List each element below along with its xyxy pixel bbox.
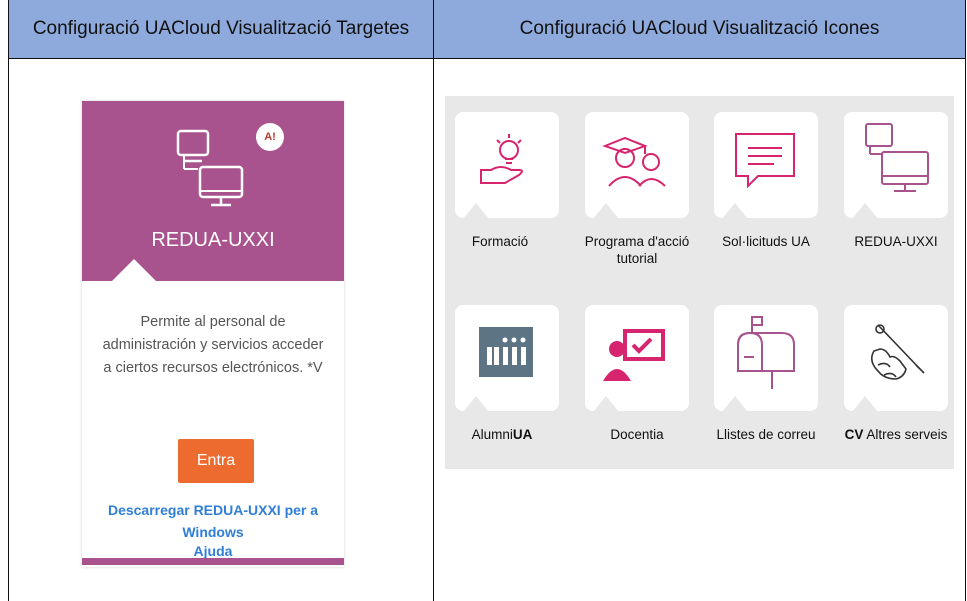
header-icones: Configuració UACloud Visualització Icone…	[434, 0, 965, 59]
altres-serveis-text: Altres serveis	[866, 427, 948, 442]
download-link[interactable]: Descarregar REDUA-UXXI per a Windows	[88, 499, 338, 543]
help-link[interactable]: Ajuda	[82, 543, 344, 559]
tile-formacio[interactable]	[455, 112, 559, 219]
alumni-ua-text: UA	[512, 427, 533, 442]
tile-label-llistes: Llistes de correu	[716, 427, 816, 442]
tile-label-redua: REDUA-UXXI	[854, 234, 938, 249]
header-targetes: Configuració UACloud Visualització Targe…	[9, 0, 434, 59]
card-footer-bar	[82, 558, 344, 565]
card-header: A! REDUA-UXXI	[82, 101, 344, 281]
tile-alumniua[interactable]	[455, 305, 559, 412]
tile-programa-accio-tutorial[interactable]	[585, 112, 689, 219]
entra-button[interactable]: Entra	[178, 439, 254, 483]
card-notch	[112, 259, 156, 281]
card-title: REDUA-UXXI	[151, 229, 275, 251]
icons-panel: Formació Programa d'acció tutorial Sol·l…	[445, 96, 954, 469]
alumni-text: Alumni	[471, 427, 513, 442]
tile-label-docentia: Docentia	[610, 427, 664, 442]
card-description: Permite al personal de administración y …	[102, 314, 324, 376]
tile-label-formacio: Formació	[471, 234, 529, 249]
tile-redua-uxxi[interactable]	[844, 112, 948, 219]
tile-label-programa: Programa d'acció tutorial	[584, 234, 690, 266]
tile-sollicituds-ua[interactable]	[714, 112, 818, 219]
computers-icon	[176, 129, 246, 214]
tile-docentia[interactable]	[585, 305, 689, 412]
tile-label-altres: CV Altres serveis	[837, 426, 955, 443]
cv-text: CV	[844, 427, 864, 442]
alert-badge: A!	[256, 123, 284, 151]
tile-llistes-correu[interactable]	[714, 305, 818, 412]
tile-label-alumni: AlumniUA	[443, 426, 561, 443]
column-divider	[433, 58, 434, 601]
redua-card: A! REDUA-UXXI Permite al personal de adm…	[82, 101, 344, 567]
tile-altres-serveis[interactable]	[844, 305, 948, 412]
tile-label-sollicituds: Sol·licituds UA	[722, 234, 810, 249]
